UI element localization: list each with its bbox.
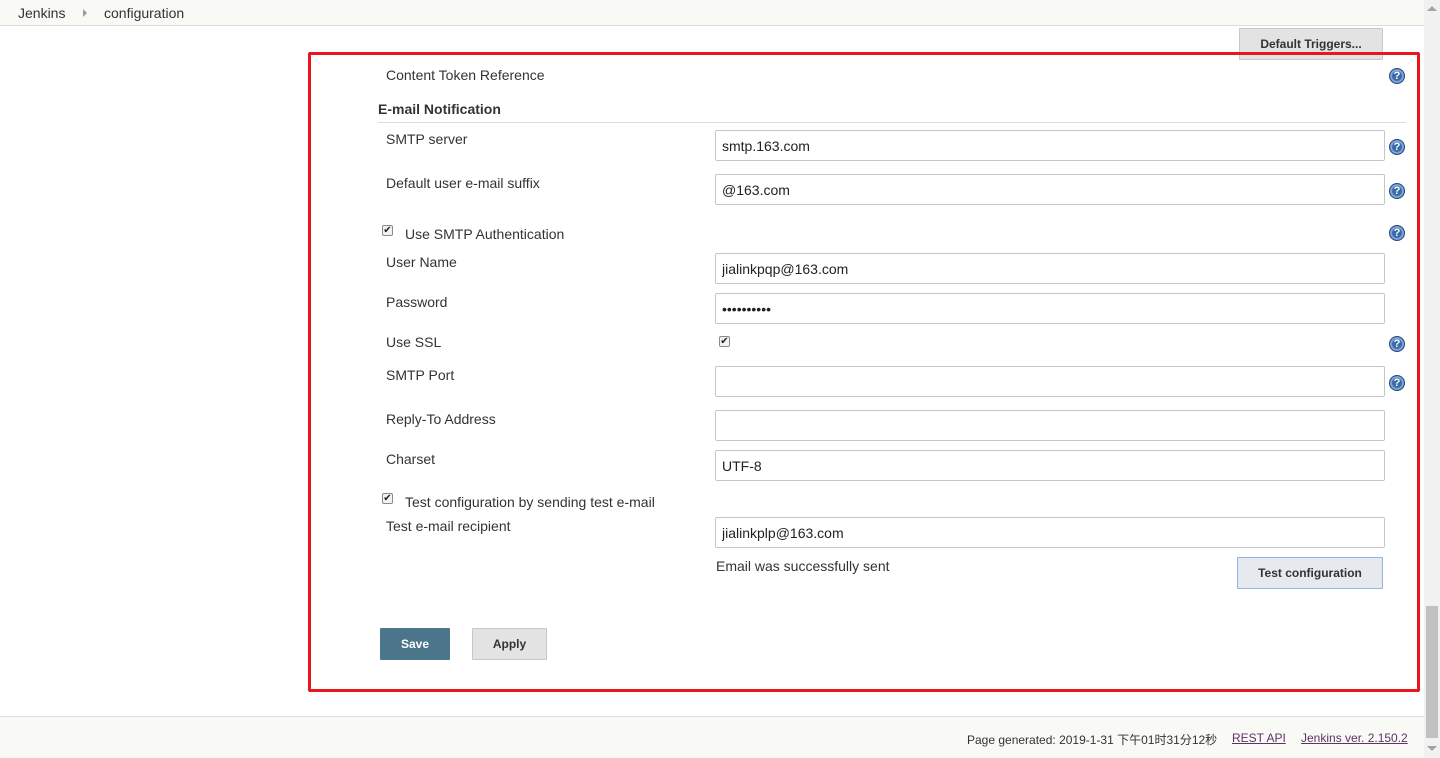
section-divider [378,122,1406,123]
smtp-port-input[interactable] [715,366,1385,397]
reply-to-input[interactable] [715,410,1385,441]
charset-input[interactable] [715,450,1385,481]
test-recipient-input[interactable] [715,517,1385,548]
charset-label: Charset [386,451,436,467]
default-suffix-input[interactable] [715,174,1385,205]
help-icon[interactable]: ? [1389,68,1405,84]
smtp-port-label: SMTP Port [386,367,455,383]
breadcrumb-separator-icon[interactable] [83,9,87,17]
password-label: Password [386,294,448,310]
breadcrumb: Jenkins configuration [0,0,1424,26]
reply-to-label: Reply-To Address [386,411,496,427]
user-name-label: User Name [386,254,457,270]
help-icon[interactable]: ? [1389,139,1405,155]
test-configuration-button[interactable]: Test configuration [1237,557,1383,589]
save-button[interactable]: Save [380,628,450,660]
use-smtp-auth-label: Use SMTP Authentication [405,226,565,242]
help-icon[interactable]: ? [1389,375,1405,391]
use-ssl-checkbox[interactable]: ✔ [719,336,730,347]
default-triggers-button[interactable]: Default Triggers... [1239,28,1383,60]
scroll-down-arrow-icon[interactable] [1427,746,1437,751]
page-footer: Page generated: 2019-1-31 下午01时31分12秒 RE… [0,716,1424,758]
user-name-input[interactable] [715,253,1385,284]
password-input[interactable] [715,293,1385,324]
test-by-sending-checkbox[interactable]: ✔ [382,493,393,504]
jenkins-version-link[interactable]: Jenkins ver. 2.150.2 [1301,731,1408,745]
page-generated-text: Page generated: 2019-1-31 下午01时31分12秒 [967,733,1218,747]
use-smtp-auth-checkbox[interactable]: ✔ [382,225,393,236]
vertical-scrollbar[interactable] [1424,0,1440,758]
content-token-reference-label: Content Token Reference [386,67,545,83]
smtp-server-label: SMTP server [386,131,468,147]
smtp-server-input[interactable] [715,130,1385,161]
help-icon[interactable]: ? [1389,225,1405,241]
apply-button[interactable]: Apply [472,628,547,660]
scroll-up-arrow-icon[interactable] [1427,6,1437,11]
test-status-message: Email was successfully sent [716,558,890,574]
breadcrumb-jenkins-link[interactable]: Jenkins [18,5,65,21]
help-icon[interactable]: ? [1389,336,1405,352]
test-recipient-label: Test e-mail recipient [386,518,511,534]
test-by-sending-label: Test configuration by sending test e-mai… [405,494,655,510]
default-suffix-label: Default user e-mail suffix [386,175,540,191]
use-ssl-label: Use SSL [386,334,442,350]
scrollbar-thumb[interactable] [1426,606,1438,738]
email-notification-header: E-mail Notification [378,101,501,117]
rest-api-link[interactable]: REST API [1232,731,1286,745]
help-icon[interactable]: ? [1389,183,1405,199]
breadcrumb-configuration-link[interactable]: configuration [104,5,184,21]
